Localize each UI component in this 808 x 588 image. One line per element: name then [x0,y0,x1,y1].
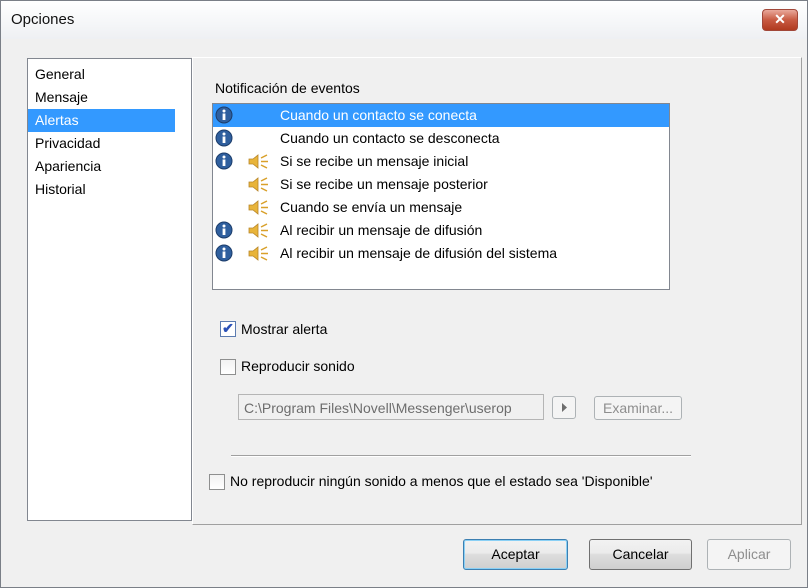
close-icon: ✕ [774,11,786,27]
sound-path-field[interactable]: C:\Program Files\Novell\Messenger\userop [238,394,544,420]
events-section-label: Notificación de eventos [215,80,360,96]
event-item-4[interactable]: Cuando se envía un mensaje [213,196,669,219]
cancel-button[interactable]: Cancelar [589,539,692,570]
category-item-2[interactable]: Alertas [28,109,175,132]
event-item-label: Si se recibe un mensaje inicial [280,153,469,169]
no-sound-unless-available-label: No reproducir ningún sonido a menos que … [230,473,653,489]
category-list[interactable]: General Mensaje Alertas Privacidad Aparienci… [27,58,192,521]
apply-button[interactable]: Aplicar [707,539,791,570]
ok-button[interactable]: Aceptar [463,539,568,570]
browse-button[interactable]: Examinar... [594,396,682,420]
speaker-icon [248,245,270,269]
event-item-label: Cuando un contacto se desconecta [280,130,500,146]
options-dialog: Opciones ✕ General Mensaje Alertas Privacid… [0,0,808,588]
event-item-1[interactable]: Cuando un contacto se desconecta [213,127,669,150]
window-title: Opciones [11,11,75,28]
category-item-4[interactable]: Apariencia [28,155,175,178]
play-sound-button[interactable] [552,396,576,419]
dialog-content: General Mensaje Alertas Privacidad Aparienci… [10,39,802,584]
event-item-0[interactable]: Cuando un contacto se conecta [213,104,669,127]
event-item-2[interactable]: Si se recibe un mensaje inicial [213,150,669,173]
category-item-3[interactable]: Privacidad [28,132,175,155]
play-sound-label: Reproducir sonido [241,358,355,374]
category-item-1[interactable]: Mensaje [28,86,175,109]
separator [231,455,691,457]
event-item-3[interactable]: Si se recibe un mensaje posterior [213,173,669,196]
checkmark-icon: ✔ [222,320,234,336]
event-item-label: Al recibir un mensaje de difusión [280,222,483,238]
info-icon [215,244,233,269]
no-sound-unless-available-checkbox[interactable] [209,474,225,490]
category-item-0[interactable]: General [28,63,175,86]
category-item-5[interactable]: Historial [28,178,175,201]
event-item-label: Si se recibe un mensaje posterior [280,176,488,192]
event-list[interactable]: Cuando un contacto se conecta Cuando un c… [212,103,670,290]
event-item-label: Cuando un contacto se conecta [280,107,477,123]
event-item-label: Cuando se envía un mensaje [280,199,463,215]
show-alert-label: Mostrar alerta [241,321,328,337]
play-sound-checkbox[interactable] [220,359,236,375]
event-item-label: Al recibir un mensaje de difusión del si… [280,245,558,261]
event-item-5[interactable]: Al recibir un mensaje de difusión [213,219,669,242]
event-item-6[interactable]: Al recibir un mensaje de difusión del si… [213,242,669,265]
play-icon [562,403,567,412]
close-button[interactable]: ✕ [762,9,798,31]
settings-panel: Notificación de eventos Cuando un contac… [192,57,802,525]
title-bar[interactable]: Opciones ✕ [1,1,807,39]
show-alert-checkbox[interactable]: ✔ [220,320,236,337]
